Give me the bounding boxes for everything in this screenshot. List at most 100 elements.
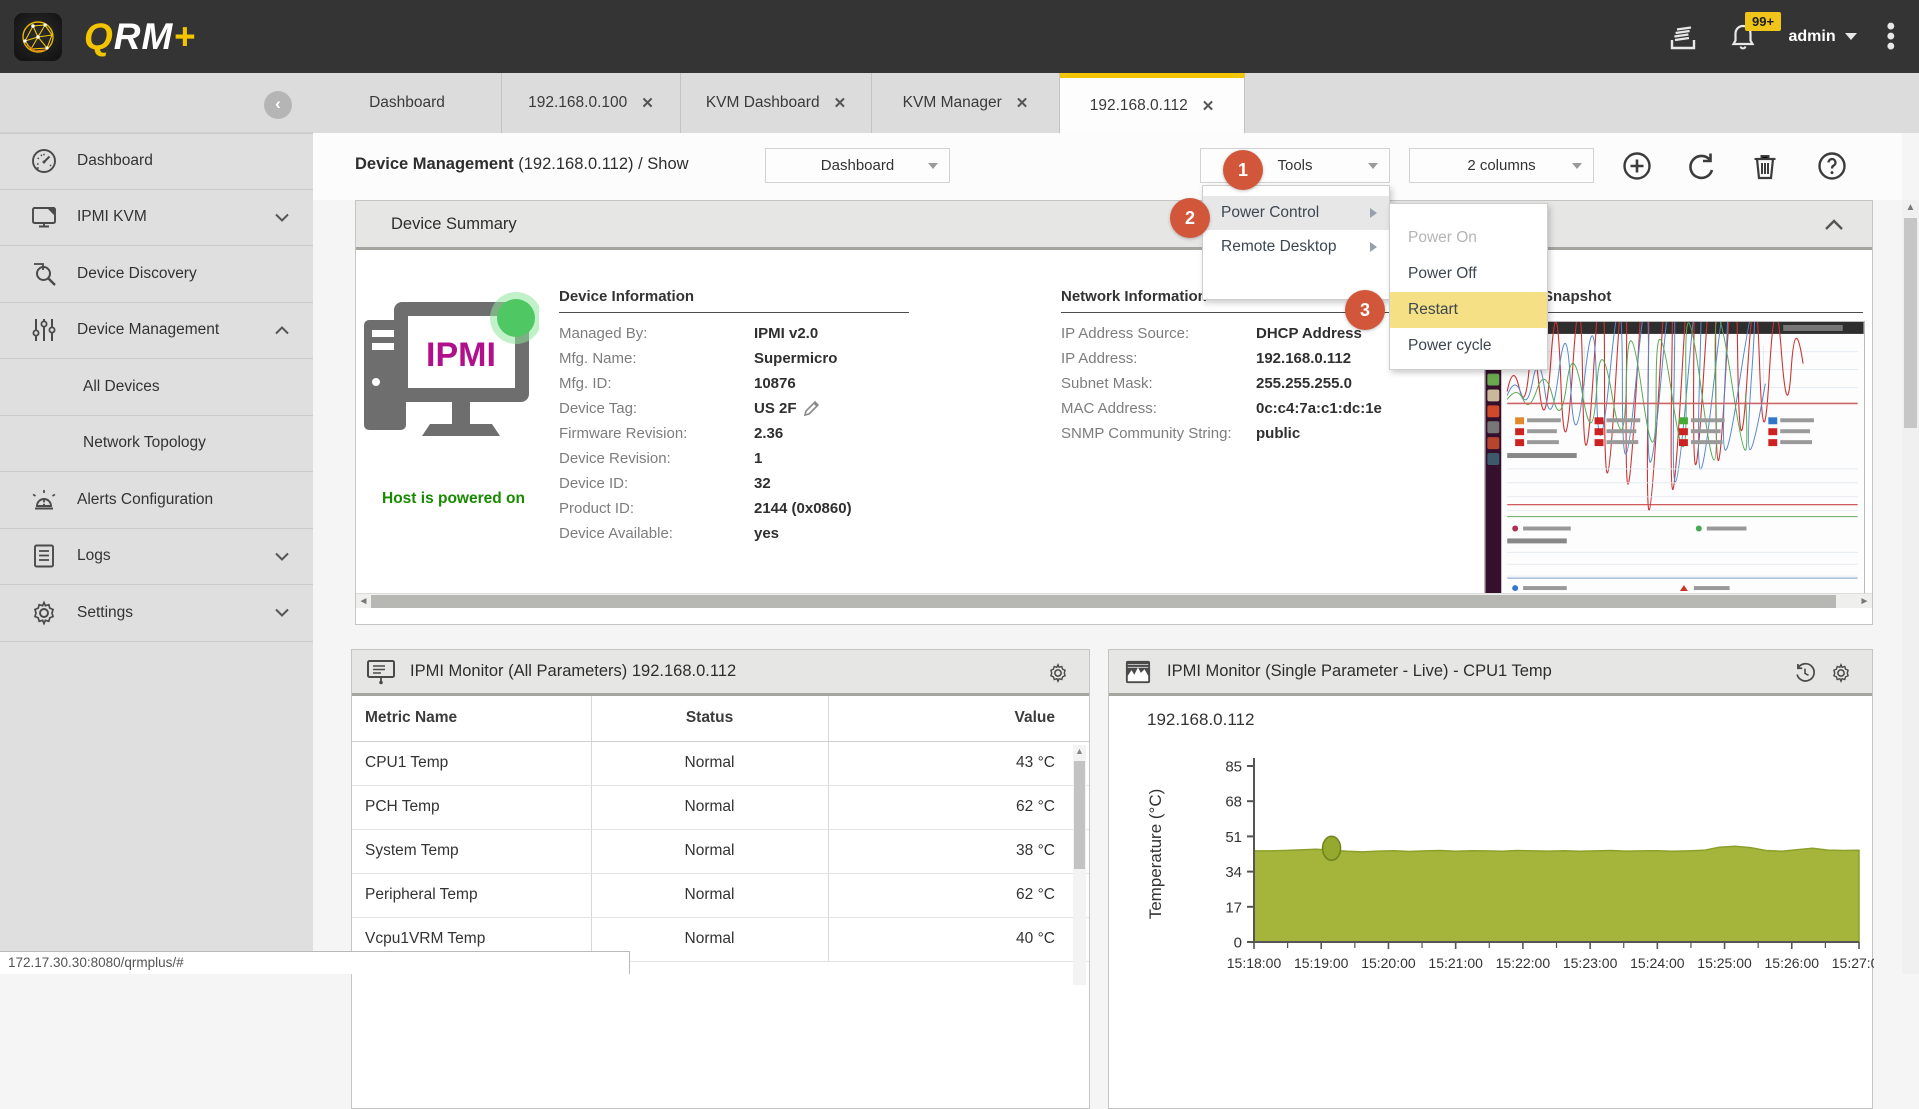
info-value: public [1256, 425, 1300, 442]
table-row: Peripheral Temp Normal 62 °C [352, 873, 1089, 917]
sidebar-item-device-management[interactable]: Device Management [0, 303, 313, 360]
menu-item-remote-desktop[interactable]: Remote Desktop [1203, 230, 1389, 264]
info-label: Device ID: [559, 475, 754, 492]
sliders-icon [30, 316, 58, 344]
sidebar-item-ipmi-kvm[interactable]: IPMI KVM [0, 190, 313, 247]
gear-icon[interactable] [1047, 662, 1069, 684]
device-summary-body: IPMI Host is powered on Device Informati… [356, 250, 1872, 608]
scrollbar-thumb[interactable] [371, 595, 1836, 608]
y-tick-label: 51 [1225, 829, 1242, 846]
tools-button-label: Tools [1277, 157, 1312, 174]
help-button[interactable] [1816, 150, 1848, 182]
power-status-text: Host is powered on [356, 490, 551, 508]
scroll-up-arrow[interactable]: ▲ [1902, 200, 1919, 216]
chevron-down-icon [1572, 163, 1582, 169]
menu-item-label: Power On [1408, 229, 1477, 247]
close-icon[interactable]: ✕ [641, 94, 654, 112]
metrics-table: Metric Name Status Value CPU1 Temp Norma… [352, 696, 1089, 962]
sidebar-item-settings[interactable]: Settings [0, 585, 313, 642]
tab-dashboard[interactable]: Dashboard [313, 73, 502, 133]
delete-button[interactable] [1749, 150, 1781, 182]
sidebar-nav: Dashboard IPMI KVM Device Discovery Devi… [0, 133, 313, 974]
summary-horizontal-scrollbar[interactable]: ◄ ► [356, 593, 1872, 608]
close-icon[interactable]: ✕ [1016, 94, 1029, 112]
submenu-arrow-icon [1370, 242, 1377, 252]
main-content: Device Management (192.168.0.112) / Show… [313, 133, 1919, 974]
power-control-submenu: Power On Power Off Restart Power cycle [1389, 203, 1548, 370]
x-tick-label: 15:21:00 [1428, 955, 1483, 971]
x-tick-label: 15:23:00 [1563, 955, 1618, 971]
tab-192-168-0-112-active[interactable]: 192.168.0.112 ✕ [1060, 73, 1245, 133]
menu-item-label: Restart [1408, 301, 1458, 319]
sidebar-item-label: Settings [77, 604, 133, 622]
user-name: admin [1788, 28, 1835, 46]
sidebar-collapse-button[interactable]: ‹ [264, 91, 292, 119]
refresh-icon [1685, 150, 1717, 182]
submenu-arrow-icon [1370, 208, 1377, 218]
sidebar-item-label: Dashboard [77, 152, 153, 170]
scroll-up-arrow[interactable]: ▲ [1073, 745, 1086, 758]
info-value: IPMI v2.0 [754, 325, 818, 342]
refresh-button[interactable] [1685, 150, 1717, 182]
gear-icon [30, 599, 58, 627]
collapse-chevron-up-icon[interactable] [1824, 219, 1844, 231]
info-value: Supermicro [754, 350, 837, 367]
metric-name: PCH Temp [352, 785, 591, 829]
snapshot-section: Snapshot [1543, 288, 1863, 313]
page-title-bold: Device Management [355, 155, 514, 173]
user-menu[interactable]: admin [1788, 28, 1856, 46]
menu-item-restart[interactable]: Restart [1390, 292, 1547, 328]
history-clock-icon[interactable] [1794, 662, 1816, 684]
dashboard-gauge-icon [30, 147, 58, 175]
info-value: DHCP Address [1256, 325, 1362, 342]
info-value: 255.255.255.0 [1256, 375, 1352, 392]
menu-item-power-control[interactable]: Power Control [1203, 196, 1389, 230]
col-header-value: Value [828, 696, 1089, 741]
tab-kvm-manager[interactable]: KVM Manager ✕ [872, 73, 1060, 133]
tab-label: KVM Dashboard [706, 94, 820, 112]
table-scrollbar[interactable]: ▲ [1073, 745, 1086, 985]
info-value: 192.168.0.112 [1256, 350, 1351, 367]
tab-label: 192.168.0.112 [1090, 97, 1188, 115]
sidebar-item-dashboard[interactable]: Dashboard [0, 133, 313, 190]
sidebar-item-alerts-configuration[interactable]: Alerts Configuration [0, 472, 313, 529]
device-summary-panel: Device Summary IPMI Host is powered on [355, 200, 1873, 625]
info-value: 32 [754, 475, 771, 492]
annotation-step-1: 1 [1223, 150, 1263, 190]
scrollbar-thumb[interactable] [1074, 761, 1085, 869]
info-label: Firmware Revision: [559, 425, 754, 442]
sidebar-item-label: Device Management [77, 321, 219, 339]
add-widget-button[interactable] [1621, 150, 1653, 182]
scroll-right-arrow[interactable]: ► [1857, 594, 1872, 608]
y-tick-label: 68 [1225, 794, 1242, 811]
sidebar-item-all-devices[interactable]: All Devices [0, 359, 313, 416]
scrollbar-thumb[interactable] [1904, 218, 1917, 428]
sidebar-item-device-discovery[interactable]: Device Discovery [0, 246, 313, 303]
edit-pencil-icon[interactable] [803, 400, 820, 417]
chevron-down-icon [1845, 33, 1857, 40]
columns-select[interactable]: 2 columns [1409, 148, 1594, 183]
overflow-menu-icon[interactable]: ••• [1887, 22, 1895, 52]
chevron-down-icon [275, 608, 289, 617]
page-title-rest: (192.168.0.112) / Show [514, 155, 689, 173]
menu-item-power-cycle[interactable]: Power cycle [1390, 328, 1547, 364]
info-label: IP Address Source: [1061, 325, 1256, 342]
chart-marker-point [1323, 836, 1341, 860]
panel-title: Device Summary [391, 215, 517, 234]
close-icon[interactable]: ✕ [834, 94, 847, 112]
tab-192-168-0-100[interactable]: 192.168.0.100 ✕ [502, 73, 681, 133]
tab-kvm-dashboard[interactable]: KVM Dashboard ✕ [681, 73, 872, 133]
menu-item-label: Power Control [1221, 204, 1319, 222]
table-row: CPU1 Temp Normal 43 °C [352, 741, 1089, 785]
view-select[interactable]: Dashboard [765, 148, 950, 183]
sidebar-item-network-topology[interactable]: Network Topology [0, 416, 313, 473]
metric-name: CPU1 Temp [352, 741, 591, 785]
reports-stack-icon[interactable] [1668, 22, 1698, 52]
page-scrollbar[interactable]: ▲ [1902, 200, 1919, 974]
sidebar-item-logs[interactable]: Logs [0, 529, 313, 586]
status-badge: Normal [591, 741, 828, 785]
close-icon[interactable]: ✕ [1202, 97, 1215, 115]
scroll-left-arrow[interactable]: ◄ [356, 594, 371, 608]
gear-icon[interactable] [1830, 662, 1852, 684]
menu-item-power-off[interactable]: Power Off [1390, 256, 1547, 292]
